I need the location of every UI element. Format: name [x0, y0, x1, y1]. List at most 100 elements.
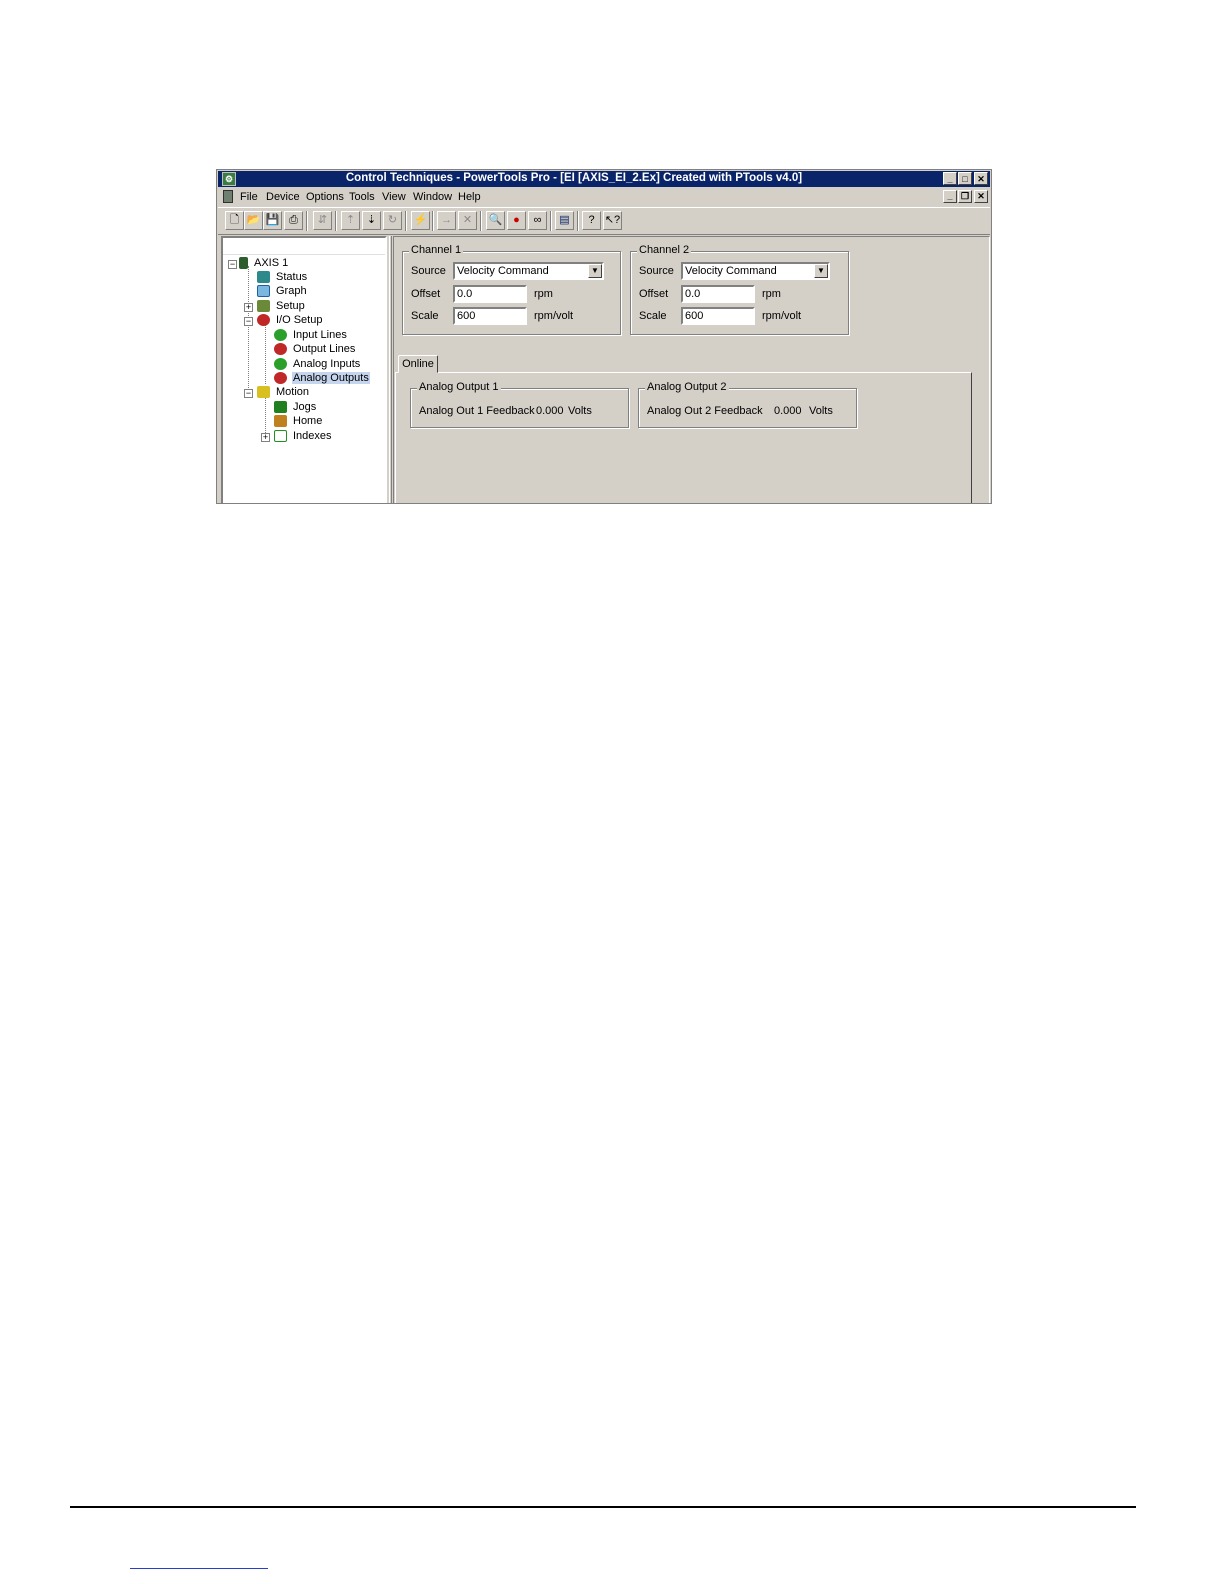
download-icon[interactable]: ⇣ — [362, 211, 381, 230]
io-setup-collapse-toggle[interactable]: − — [244, 317, 253, 326]
channel-2-title: Channel 2 — [637, 244, 692, 256]
indexes-icon — [274, 430, 287, 443]
child-minimize-button[interactable]: _ — [943, 190, 957, 203]
menu-help[interactable]: Help — [458, 191, 481, 203]
disabled-icon[interactable]: ⇵ — [313, 211, 332, 230]
online-tab-panel: Analog Output 1 Analog Out 1 Feedback 0.… — [395, 372, 972, 503]
analog-output-2-title: Analog Output 2 — [645, 381, 729, 393]
io-setup-icon — [257, 314, 270, 327]
glasses-icon[interactable]: ∞ — [528, 211, 547, 230]
analog-outputs-icon — [274, 372, 287, 385]
menu-options[interactable]: Options — [306, 191, 344, 203]
tab-online[interactable]: Online — [398, 355, 438, 373]
motion-icon — [257, 386, 270, 399]
tree-item-motion[interactable]: Motion — [257, 386, 310, 400]
tree-header — [223, 238, 385, 255]
window-title: Control Techniques - PowerTools Pro - [E… — [345, 172, 803, 184]
send-icon[interactable]: → — [437, 211, 456, 230]
analog-output-1-group: Analog Output 1 Analog Out 1 Feedback 0.… — [410, 381, 629, 428]
graph-icon — [257, 285, 270, 298]
toolbar-separator — [550, 211, 552, 231]
channel-1-scale-input[interactable] — [453, 307, 527, 325]
analog-out-2-feedback-label: Analog Out 2 Feedback — [647, 405, 763, 417]
tree-item-indexes[interactable]: Indexes — [274, 430, 333, 444]
analog-inputs-icon — [274, 358, 287, 371]
stop-icon[interactable]: ● — [507, 211, 526, 230]
context-help-icon[interactable]: ↖? — [603, 211, 622, 230]
menu-bar: File Device Options Tools View Window He… — [218, 188, 990, 206]
analog-out-1-feedback-unit: Volts — [568, 405, 592, 417]
new-icon[interactable]: 🗋 — [225, 211, 244, 230]
channel-2-offset-unit: rpm — [762, 288, 781, 300]
channel-1-scale-label: Scale — [411, 310, 439, 322]
root-collapse-toggle[interactable]: − — [228, 260, 237, 269]
tree-item-io-setup[interactable]: I/O Setup — [257, 314, 323, 328]
channel-1-source-label: Source — [411, 265, 446, 277]
page-divider-line — [70, 1506, 1136, 1508]
tree-connector — [248, 266, 249, 398]
open-icon[interactable]: 📂 — [244, 211, 263, 230]
window-icon[interactable]: ▤ — [555, 211, 574, 230]
pane-splitter[interactable] — [389, 236, 392, 503]
output-lines-icon — [274, 343, 287, 356]
footer-link-underline — [130, 1568, 268, 1569]
tree-item-graph[interactable]: Graph — [257, 285, 308, 299]
setup-icon — [257, 300, 270, 313]
chevron-down-icon[interactable]: ▼ — [814, 264, 828, 278]
menu-view[interactable]: View — [382, 191, 406, 203]
tree-item-axis-1[interactable]: AXIS 1 — [239, 257, 289, 271]
channel-2-offset-label: Offset — [639, 288, 669, 300]
cancel-icon[interactable]: ✕ — [458, 211, 477, 230]
channel-2-scale-label: Scale — [639, 310, 667, 322]
tree-item-analog-inputs[interactable]: Analog Inputs — [274, 358, 361, 372]
channel-1-source-select[interactable]: Velocity Command ▼ — [453, 262, 604, 280]
channel-1-offset-input[interactable] — [453, 285, 527, 303]
analog-out-2-feedback-unit: Volts — [809, 405, 833, 417]
tree-item-output-lines[interactable]: Output Lines — [274, 343, 356, 357]
upload-icon[interactable]: ⇡ — [341, 211, 360, 230]
menu-file[interactable]: File — [240, 191, 258, 203]
document-icon[interactable] — [223, 190, 233, 203]
close-button[interactable]: ✕ — [974, 172, 988, 185]
tree-item-jogs[interactable]: Jogs — [274, 401, 317, 415]
channel-2-group: Channel 2 Source Velocity Command ▼ Offs… — [630, 244, 849, 335]
channel-2-offset-input[interactable] — [681, 285, 755, 303]
connect-icon[interactable]: ⚡ — [411, 211, 430, 230]
print-icon[interactable]: ⎙ — [284, 211, 303, 230]
tree-item-home[interactable]: Home — [274, 415, 323, 429]
menu-device[interactable]: Device — [266, 191, 300, 203]
menu-tools[interactable]: Tools — [349, 191, 375, 203]
tree-item-analog-outputs[interactable]: Analog Outputs — [274, 372, 370, 386]
motion-collapse-toggle[interactable]: − — [244, 389, 253, 398]
channel-1-title: Channel 1 — [409, 244, 464, 256]
menu-window[interactable]: Window — [413, 191, 452, 203]
toolbar-separator — [432, 211, 434, 231]
toolbar-separator — [306, 211, 308, 231]
help-icon[interactable]: ? — [582, 211, 601, 230]
analog-out-1-feedback-label: Analog Out 1 Feedback — [419, 405, 535, 417]
setup-expand-toggle[interactable]: + — [244, 303, 253, 312]
child-restore-button[interactable]: ❐ — [958, 190, 972, 203]
zoom-icon[interactable]: 🔍 — [486, 211, 505, 230]
toolbar-separator — [335, 211, 337, 231]
jogs-arrow-icon — [274, 401, 287, 414]
channel-2-source-value: Velocity Command — [685, 265, 777, 277]
tree-item-setup[interactable]: Setup — [257, 300, 306, 314]
minimize-button[interactable]: _ — [943, 172, 957, 185]
refresh-icon[interactable]: ↻ — [383, 211, 402, 230]
project-tree: − AXIS 1 Status Graph + Setup − I/O Setu… — [221, 236, 387, 503]
tree-item-status[interactable]: Status — [257, 271, 308, 285]
tree-connector — [265, 324, 266, 384]
chevron-down-icon[interactable]: ▼ — [588, 264, 602, 278]
channel-2-scale-unit: rpm/volt — [762, 310, 802, 322]
child-close-button[interactable]: ✕ — [974, 190, 988, 203]
indexes-expand-toggle[interactable]: + — [261, 433, 270, 442]
channel-2-source-select[interactable]: Velocity Command ▼ — [681, 262, 830, 280]
tree-item-input-lines[interactable]: Input Lines — [274, 329, 348, 343]
channel-2-scale-input[interactable] — [681, 307, 755, 325]
maximize-button[interactable]: □ — [958, 172, 972, 185]
channel-1-source-value: Velocity Command — [457, 265, 549, 277]
drive-icon — [239, 257, 248, 270]
save-icon[interactable]: 💾 — [263, 211, 282, 230]
title-bar: ⚙ Control Techniques - PowerTools Pro - … — [218, 171, 990, 187]
